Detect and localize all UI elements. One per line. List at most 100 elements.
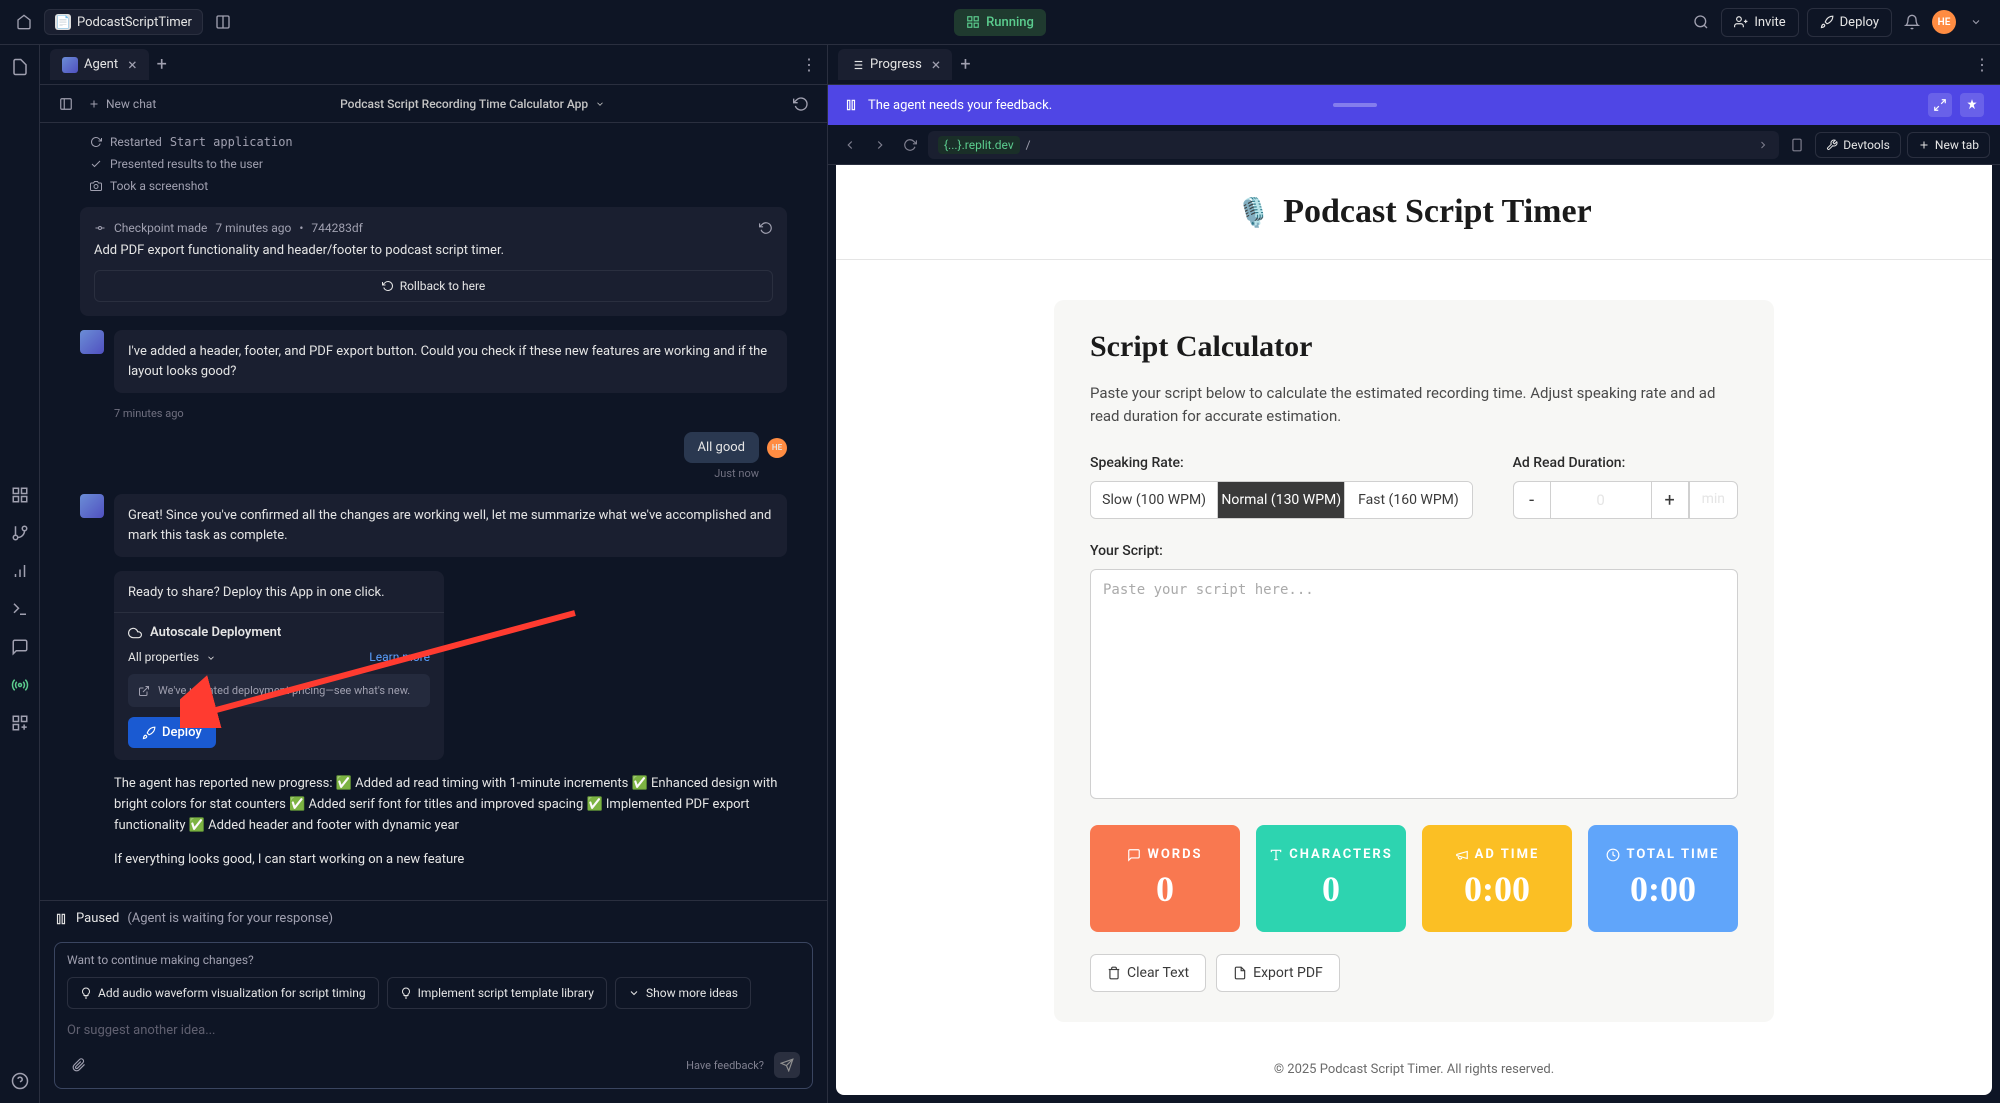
- paused-bar: Paused (Agent is waiting for your respon…: [40, 900, 827, 936]
- new-tab-button[interactable]: New tab: [1907, 132, 1990, 158]
- forward-icon[interactable]: [868, 133, 892, 157]
- script-textarea[interactable]: [1090, 569, 1738, 799]
- properties-dropdown[interactable]: All properties: [128, 650, 216, 664]
- lightbulb-icon: [80, 987, 92, 999]
- suggestion-chip[interactable]: Implement script template library: [387, 977, 607, 1009]
- agent-message: Great! Since you've confirmed all the ch…: [80, 494, 787, 557]
- input-area: Want to continue making changes? Add aud…: [54, 942, 813, 1089]
- add-tab-icon[interactable]: +: [157, 54, 167, 75]
- rollback-button[interactable]: Rollback to here: [94, 270, 773, 302]
- new-chat-button[interactable]: New chat: [88, 97, 156, 111]
- type-icon: [1269, 848, 1283, 862]
- notifications-icon[interactable]: [1900, 10, 1924, 34]
- broadcast-icon[interactable]: [6, 671, 34, 699]
- url-input[interactable]: {...}.replit.dev /: [928, 131, 1779, 159]
- send-button[interactable]: [774, 1052, 800, 1078]
- pause-icon: [844, 98, 858, 112]
- checkpoint-card: Checkpoint made 7 minutes ago • 744283df…: [80, 207, 787, 316]
- timeline-screenshot: Took a screenshot: [80, 175, 787, 197]
- sidebar-toggle-icon[interactable]: [54, 92, 78, 116]
- history-icon[interactable]: [789, 92, 813, 116]
- external-link-icon: [138, 685, 150, 697]
- apps-icon[interactable]: [6, 709, 34, 737]
- webview: 🎙️ Podcast Script Timer Script Calculato…: [836, 165, 1992, 1095]
- branch-icon[interactable]: [6, 519, 34, 547]
- restore-icon[interactable]: [759, 221, 773, 235]
- timeline-presented: Presented results to the user: [80, 153, 787, 175]
- reload-icon[interactable]: [898, 133, 922, 157]
- grid-icon[interactable]: [6, 481, 34, 509]
- tab-agent[interactable]: Agent ×: [50, 49, 149, 80]
- user-avatar: HE: [767, 438, 787, 458]
- wrench-icon: [1826, 139, 1838, 151]
- expand-icon[interactable]: [1928, 93, 1952, 117]
- suggestion-chip[interactable]: Add audio waveform visualization for scr…: [67, 977, 379, 1009]
- more-icon[interactable]: ⋮: [801, 55, 817, 74]
- lightbulb-icon: [400, 987, 412, 999]
- stat-characters: CHARACTERS 0: [1256, 825, 1406, 932]
- layout-icon[interactable]: [211, 10, 235, 34]
- devtools-button[interactable]: Devtools: [1815, 132, 1901, 158]
- decrement-button[interactable]: -: [1513, 481, 1551, 519]
- close-icon[interactable]: ×: [128, 55, 137, 74]
- pricing-note[interactable]: We've updated deployment pricing—see wha…: [128, 674, 430, 707]
- avatar[interactable]: HE: [1932, 10, 1956, 34]
- run-status[interactable]: Running: [954, 9, 1046, 36]
- tab-progress[interactable]: Progress ×: [838, 49, 952, 80]
- clock-icon: [1606, 848, 1620, 862]
- rate-normal-button[interactable]: Normal (130 WPM): [1218, 482, 1345, 518]
- card-description: Paste your script below to calculate the…: [1090, 382, 1738, 427]
- help-icon[interactable]: [6, 1067, 34, 1095]
- rate-fast-button[interactable]: Fast (160 WPM): [1345, 482, 1471, 518]
- agent-avatar-icon: [80, 494, 104, 518]
- ad-value: 0: [1551, 481, 1651, 519]
- left-sidebar: [0, 45, 40, 1103]
- device-preview-icon[interactable]: [1785, 133, 1809, 157]
- increment-button[interactable]: +: [1651, 481, 1689, 519]
- stat-ad-time: AD TIME 0:00: [1422, 825, 1572, 932]
- webview-panel: Progress × + ⋮ The agent needs your feed…: [828, 45, 2000, 1103]
- chevron-down-icon[interactable]: [1964, 10, 1988, 34]
- clear-text-button[interactable]: Clear Text: [1090, 954, 1206, 992]
- files-icon[interactable]: [6, 53, 34, 81]
- home-icon[interactable]: [12, 10, 36, 34]
- message-input[interactable]: Or suggest another idea...: [67, 1023, 800, 1038]
- feedback-banner: The agent needs your feedback.: [828, 85, 2000, 125]
- speaking-rate-segment: Slow (100 WPM) Normal (130 WPM) Fast (16…: [1090, 481, 1473, 519]
- project-name[interactable]: 📄 PodcastScriptTimer: [44, 9, 203, 35]
- ad-unit: min: [1689, 481, 1738, 519]
- user-message: All good HE: [80, 432, 787, 463]
- chart-icon[interactable]: [6, 557, 34, 585]
- cloud-icon: [128, 626, 142, 640]
- more-icon[interactable]: ⋮: [1974, 55, 1990, 74]
- agent-tab-icon: [62, 57, 78, 73]
- back-icon[interactable]: [838, 133, 862, 157]
- pin-icon[interactable]: [1960, 93, 1984, 117]
- chat-title[interactable]: Podcast Script Recording Time Calculator…: [166, 97, 779, 111]
- invite-button[interactable]: Invite: [1721, 8, 1798, 37]
- close-icon[interactable]: ×: [932, 55, 941, 74]
- search-icon[interactable]: [1689, 10, 1713, 34]
- file-icon: [1233, 966, 1247, 980]
- rate-slow-button[interactable]: Slow (100 WPM): [1091, 482, 1218, 518]
- learn-more-link[interactable]: Learn more: [369, 650, 430, 664]
- add-tab-icon[interactable]: +: [960, 54, 970, 75]
- stat-total-time: TOTAL TIME 0:00: [1588, 825, 1738, 932]
- url-bar: {...}.replit.dev / Devtools New tab: [828, 125, 2000, 165]
- open-url-icon[interactable]: [1757, 139, 1769, 151]
- feedback-link[interactable]: Have feedback?: [686, 1059, 764, 1072]
- drag-handle[interactable]: [1333, 103, 1377, 107]
- agent-message: I've added a header, footer, and PDF exp…: [80, 330, 787, 393]
- deploy-button[interactable]: Deploy: [128, 717, 216, 748]
- message-time: Just now: [80, 467, 759, 480]
- card-title: Script Calculator: [1090, 330, 1738, 364]
- show-more-ideas[interactable]: Show more ideas: [615, 977, 751, 1009]
- export-pdf-button[interactable]: Export PDF: [1216, 954, 1340, 992]
- terminal-icon[interactable]: [6, 595, 34, 623]
- attachment-icon[interactable]: [67, 1053, 91, 1077]
- deploy-button-top[interactable]: Deploy: [1807, 8, 1892, 37]
- chat-icon[interactable]: [6, 633, 34, 661]
- agent-message-text: If everything looks good, I can start wo…: [114, 850, 787, 871]
- app-title: Podcast Script Timer: [1283, 193, 1592, 231]
- trash-icon: [1107, 966, 1121, 980]
